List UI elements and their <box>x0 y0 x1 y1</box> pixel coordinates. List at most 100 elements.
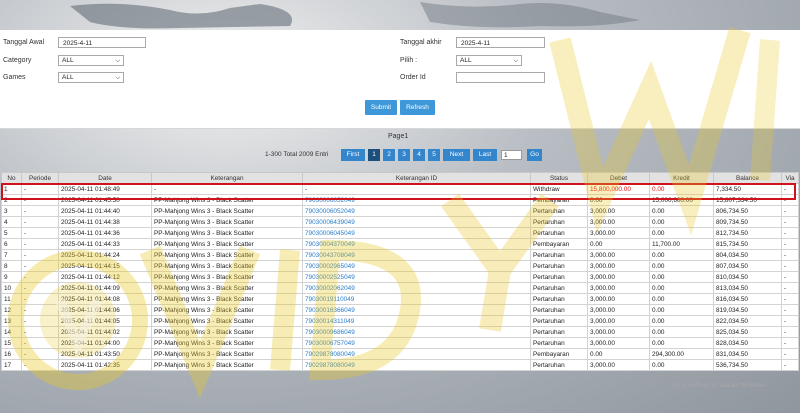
cell-balance: 804,034.50 <box>713 249 782 261</box>
submit-button[interactable]: Submit <box>365 100 397 115</box>
cell-kredit: 0.00 <box>649 216 714 228</box>
cell-keterangan-id[interactable]: 79029878080049 <box>302 348 531 360</box>
cell-no: 6 <box>1 238 22 250</box>
column-header-periode[interactable]: Periode <box>21 172 59 184</box>
table-row[interactable]: 9-2025-04-11 01:44:12 PP-Mahjong Wins 3 -… <box>1 271 799 283</box>
cell-keterangan: PP-Mahjong Wins 3 - Black Scatter <box>151 249 303 261</box>
cell-periode: - <box>21 249 59 261</box>
cell-keterangan: - <box>151 183 303 195</box>
cell-periode: - <box>21 326 59 338</box>
cell-status: Pertaruhan <box>530 337 588 349</box>
cell-date: 2025-04-11 01:44:09 <box>58 282 152 294</box>
column-header-date[interactable]: Date <box>58 172 152 184</box>
first-page-button[interactable]: First <box>341 149 365 161</box>
table-row[interactable]: 14-2025-04-11 01:44:02 PP-Mahjong Wins 3 … <box>1 326 799 338</box>
table-row[interactable]: 4-2025-04-11 01:44:38 PP-Mahjong Wins 3 -… <box>1 216 799 228</box>
cell-keterangan-id[interactable]: 79030002062049 <box>302 282 531 294</box>
cell-keterangan-id[interactable]: 79030014311049 <box>302 315 531 327</box>
cell-status: Pertaruhan <box>530 282 588 294</box>
cell-keterangan-id[interactable]: 79030006052049 <box>302 205 531 217</box>
table-row[interactable]: 3-2025-04-11 01:44:40 PP-Mahjong Wins 3 -… <box>1 205 799 217</box>
page-4-button[interactable]: 4 <box>413 149 425 161</box>
cell-keterangan: PP-Mahjong Wins 3 - Black Scatter <box>151 216 303 228</box>
table-row[interactable]: 2-2025-04-11 01:45:50 PP-Mahjong Wins 3 -… <box>1 194 799 206</box>
cell-kredit: 0.00 <box>649 249 714 261</box>
cell-kredit: 0.00 <box>649 359 714 371</box>
category-select[interactable]: ALL ⌵ <box>58 55 124 66</box>
table-row[interactable]: 12-2025-04-11 01:44:06 PP-Mahjong Wins 3 … <box>1 304 799 316</box>
cell-keterangan-id[interactable]: 79030006757049 <box>302 337 531 349</box>
cell-date: 2025-04-11 01:44:08 <box>58 293 152 305</box>
cell-via: - <box>781 271 799 283</box>
refresh-button[interactable]: Refresh <box>400 100 435 115</box>
last-page-button[interactable]: Last <box>473 149 497 161</box>
cell-keterangan-id[interactable]: 79030006439049 <box>302 216 531 228</box>
cell-keterangan-id[interactable]: 79030006045049 <box>302 227 531 239</box>
cell-via: - <box>781 194 799 206</box>
column-header-no[interactable]: No <box>1 172 22 184</box>
page-5-button[interactable]: 5 <box>428 149 440 161</box>
page-3-button[interactable]: 3 <box>398 149 410 161</box>
column-header-status[interactable]: Status <box>530 172 588 184</box>
next-page-button[interactable]: Next <box>443 149 470 161</box>
cell-balance: 819,034.50 <box>713 304 782 316</box>
go-button[interactable]: Go <box>527 149 542 161</box>
cell-keterangan-id[interactable]: 79030016366049 <box>302 304 531 316</box>
page-1-button[interactable]: 1 <box>368 149 380 161</box>
cell-keterangan-id[interactable]: 79030002525049 <box>302 271 531 283</box>
cell-keterangan: PP-Mahjong Wins 3 - Black Scatter <box>151 315 303 327</box>
column-header-kredit[interactable]: Kredit <box>649 172 714 184</box>
cell-no: 3 <box>1 205 22 217</box>
chevron-down-icon: ⌵ <box>115 58 120 64</box>
cell-debet: 3,000.00 <box>587 227 650 239</box>
column-header-keterangan[interactable]: Keterangan <box>151 172 303 184</box>
table-row[interactable]: 10-2025-04-11 01:44:09 PP-Mahjong Wins 3 … <box>1 282 799 294</box>
page-2-button[interactable]: 2 <box>383 149 395 161</box>
cell-status: Pertaruhan <box>530 304 588 316</box>
cell-balance: 828,034.50 <box>713 337 782 349</box>
table-row[interactable]: 8-2025-04-11 01:44:15 PP-Mahjong Wins 3 -… <box>1 260 799 272</box>
cell-via: - <box>781 227 799 239</box>
cell-via: - <box>781 249 799 261</box>
table-row[interactable]: 16-2025-04-11 01:43:50 PP-Mahjong Wins 3 … <box>1 348 799 360</box>
column-header-keterangan-id[interactable]: Keterangan ID <box>302 172 531 184</box>
cell-balance: 15,807,334.50 <box>713 194 782 206</box>
page-number-input[interactable]: 1 <box>501 150 522 160</box>
column-header-via[interactable]: Via <box>781 172 799 184</box>
cell-kredit: 0.00 <box>649 260 714 272</box>
category-select-value: ALL <box>62 57 74 64</box>
cell-kredit: 0.00 <box>649 183 714 195</box>
cell-keterangan-id[interactable]: 79030002965049 <box>302 260 531 272</box>
cell-keterangan-id[interactable]: 79030004370049 <box>302 238 531 250</box>
cell-keterangan-id[interactable]: 79030006052049 <box>302 194 531 206</box>
column-header-balance[interactable]: Balance <box>713 172 782 184</box>
cell-keterangan: PP-Mahjong Wins 3 - Black Scatter <box>151 282 303 294</box>
cell-debet: 3,000.00 <box>587 326 650 338</box>
table-row[interactable]: 7-2025-04-11 01:44:24 PP-Mahjong Wins 3 -… <box>1 249 799 261</box>
table-row[interactable]: 5-2025-04-11 01:44:36 PP-Mahjong Wins 3 -… <box>1 227 799 239</box>
cell-no: 4 <box>1 216 22 228</box>
cell-keterangan-id[interactable]: 79030019110049 <box>302 293 531 305</box>
activate-windows-title: Activate Windows <box>652 370 724 380</box>
tanggal-awal-input[interactable]: 2025-4-11 <box>58 37 146 48</box>
column-header-debet[interactable]: Debet <box>587 172 650 184</box>
games-select[interactable]: ALL ⌵ <box>58 72 124 83</box>
table-row[interactable]: 6-2025-04-11 01:44:33 PP-Mahjong Wins 3 -… <box>1 238 799 250</box>
cell-via: - <box>781 260 799 272</box>
cell-balance: 831,034.50 <box>713 348 782 360</box>
table-row[interactable]: 11-2025-04-11 01:44:08 PP-Mahjong Wins 3 … <box>1 293 799 305</box>
order-id-input[interactable] <box>456 72 545 83</box>
cell-periode: - <box>21 183 59 195</box>
cell-keterangan-id[interactable]: 79030043708049 <box>302 249 531 261</box>
cell-no: 14 <box>1 326 22 338</box>
cell-status: Pertaruhan <box>530 249 588 261</box>
pilih-select[interactable]: ALL ⌵ <box>456 55 522 66</box>
cell-via: - <box>781 216 799 228</box>
tanggal-akhir-input[interactable]: 2025-4-11 <box>456 37 545 48</box>
table-row[interactable]: 17-2025-04-11 01:42:35 PP-Mahjong Wins 3 … <box>1 359 799 371</box>
table-row[interactable]: 1-2025-04-11 01:48:49- - Withdraw 15,800,00… <box>1 183 799 195</box>
table-row[interactable]: 15-2025-04-11 01:44:00 PP-Mahjong Wins 3 … <box>1 337 799 349</box>
cell-keterangan-id[interactable]: 79029878080049 <box>302 359 531 371</box>
cell-keterangan-id[interactable]: 79030009686049 <box>302 326 531 338</box>
table-row[interactable]: 13-2025-04-11 01:44:05 PP-Mahjong Wins 3 … <box>1 315 799 327</box>
